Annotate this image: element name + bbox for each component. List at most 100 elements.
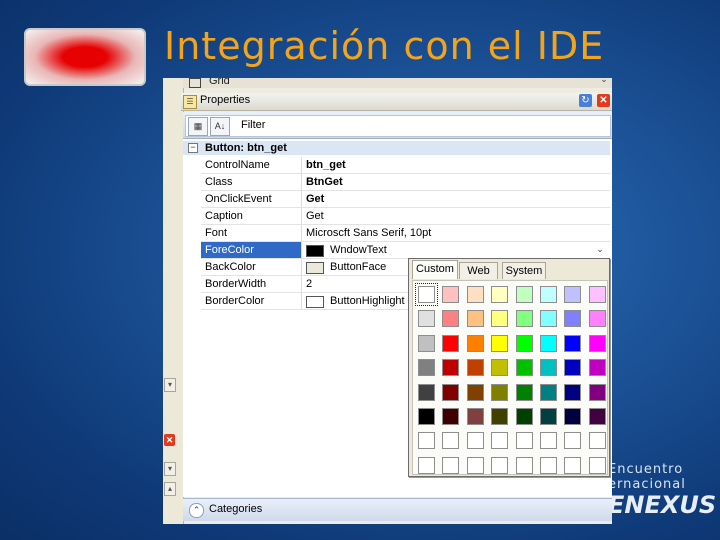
property-row[interactable]: OnClickEvent Get — [201, 191, 610, 208]
color-cell[interactable] — [540, 310, 557, 328]
property-value[interactable]: BtnGet — [306, 176, 343, 188]
color-cell[interactable] — [491, 456, 509, 474]
property-row[interactable]: Font Microscft Sans Serif, 10pt — [201, 225, 610, 242]
close-icon[interactable]: ✕ — [164, 434, 175, 446]
color-cell[interactable] — [442, 456, 460, 474]
property-value[interactable]: btn_get — [306, 159, 346, 171]
categories-bar[interactable]: ⌃ Categories — [183, 498, 612, 521]
color-cell[interactable] — [418, 408, 435, 425]
color-cell[interactable] — [442, 286, 460, 303]
color-cell[interactable] — [442, 310, 460, 328]
color-cell[interactable] — [588, 334, 606, 352]
color-cell[interactable] — [491, 286, 509, 303]
grid-window-row[interactable]: Grid ⌄ — [183, 78, 612, 88]
color-cell[interactable] — [515, 334, 533, 352]
collapse-icon[interactable]: − — [188, 143, 198, 153]
color-cell[interactable] — [564, 456, 582, 474]
color-cell[interactable] — [515, 359, 533, 377]
color-cell[interactable] — [491, 310, 509, 328]
color-cell[interactable] — [564, 334, 582, 352]
color-cell[interactable] — [564, 383, 582, 401]
color-cell[interactable] — [540, 383, 557, 401]
tab-web[interactable]: Web — [459, 262, 498, 279]
color-cell[interactable] — [418, 456, 435, 474]
property-row[interactable]: ControlName btn_get — [201, 157, 610, 174]
color-cell[interactable] — [515, 310, 533, 328]
color-cell[interactable] — [564, 286, 582, 303]
categorized-icon[interactable]: ▦ — [188, 117, 208, 136]
color-cell[interactable] — [491, 383, 509, 401]
color-cell[interactable] — [540, 359, 557, 377]
property-row-selected[interactable]: ForeColor WndowText ⌄ — [201, 242, 610, 259]
color-cell[interactable] — [540, 408, 557, 425]
property-value[interactable]: WndowText — [330, 244, 387, 256]
property-row[interactable]: Caption Get — [201, 208, 610, 225]
color-cell[interactable] — [515, 408, 533, 425]
color-cell[interactable] — [540, 334, 557, 352]
tab-custom[interactable]: Custom — [412, 260, 458, 279]
color-cell[interactable] — [442, 408, 460, 425]
property-value[interactable]: 2 — [306, 278, 312, 290]
dropdown-arrow-icon[interactable]: ⌄ — [594, 243, 606, 255]
property-row[interactable]: Class BtnGet — [201, 174, 610, 191]
color-cell[interactable] — [466, 408, 484, 425]
color-cell[interactable] — [588, 310, 606, 328]
color-cell[interactable] — [418, 334, 435, 352]
chevron-down-icon[interactable]: ⌄ — [598, 78, 610, 86]
color-cell[interactable] — [588, 432, 606, 450]
property-value[interactable]: ButtonHighlight — [330, 295, 405, 307]
color-cell[interactable] — [564, 408, 582, 425]
color-cell[interactable] — [540, 432, 557, 450]
color-cell[interactable] — [466, 310, 484, 328]
color-cell[interactable] — [442, 432, 460, 450]
tab-system[interactable]: System — [502, 262, 546, 279]
color-cell[interactable] — [418, 359, 435, 377]
color-cell[interactable] — [491, 334, 509, 352]
color-cell[interactable] — [442, 383, 460, 401]
color-cell[interactable] — [418, 432, 435, 450]
color-cell[interactable] — [466, 286, 484, 303]
color-cell[interactable] — [442, 359, 460, 377]
color-cell[interactable] — [540, 286, 557, 303]
color-cell[interactable] — [564, 432, 582, 450]
color-cell[interactable] — [515, 286, 533, 303]
property-value[interactable]: Microscft Sans Serif, 10pt — [306, 227, 431, 239]
filter-label[interactable]: Filter — [241, 119, 265, 131]
color-grid — [412, 280, 608, 475]
scroll-down-icon[interactable]: ▾ — [164, 378, 176, 392]
expand-up-icon[interactable]: ⌃ — [189, 503, 204, 518]
color-cell[interactable] — [588, 383, 606, 401]
chevron-up-icon[interactable]: ▴ — [164, 482, 176, 496]
color-cell[interactable] — [491, 359, 509, 377]
color-cell[interactable] — [418, 310, 435, 328]
color-cell[interactable] — [515, 383, 533, 401]
color-cell[interactable] — [540, 456, 557, 474]
color-cell[interactable] — [588, 359, 606, 377]
color-cell[interactable] — [466, 334, 484, 352]
sort-alpha-icon[interactable]: A↓ — [210, 117, 230, 136]
color-cell[interactable] — [588, 456, 606, 474]
property-value[interactable]: Get — [306, 210, 324, 222]
chevron-down-icon[interactable]: ▾ — [164, 462, 176, 476]
refresh-icon[interactable]: ↻ — [579, 94, 592, 107]
property-value[interactable]: Get — [306, 193, 324, 205]
group-header[interactable]: − Button: btn_get — [183, 141, 610, 155]
color-cell[interactable] — [415, 283, 438, 306]
color-cell[interactable] — [515, 432, 533, 450]
color-cell[interactable] — [588, 286, 606, 303]
color-cell[interactable] — [466, 456, 484, 474]
color-cell[interactable] — [564, 359, 582, 377]
property-value[interactable]: ButtonFace — [330, 261, 386, 273]
close-icon[interactable]: ✕ — [597, 94, 610, 107]
color-cell[interactable] — [491, 432, 509, 450]
color-cell[interactable] — [564, 310, 582, 328]
categories-label: Categories — [209, 503, 263, 515]
color-cell[interactable] — [588, 408, 606, 425]
color-cell[interactable] — [466, 432, 484, 450]
color-cell[interactable] — [466, 359, 484, 377]
color-cell[interactable] — [466, 383, 484, 401]
color-cell[interactable] — [418, 383, 435, 401]
color-cell[interactable] — [515, 456, 533, 474]
color-cell[interactable] — [442, 334, 460, 352]
color-cell[interactable] — [491, 408, 509, 425]
